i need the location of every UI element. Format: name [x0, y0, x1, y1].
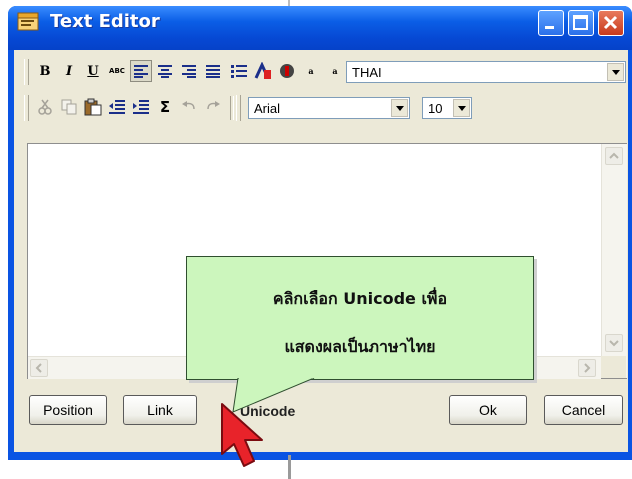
redo-icon	[207, 101, 220, 110]
font-family-dropdown-arrow-icon[interactable]	[391, 99, 408, 117]
scroll-right-arrow-icon[interactable]	[578, 359, 596, 377]
highlight-icon	[280, 64, 294, 78]
toolbar-grip[interactable]	[236, 95, 241, 121]
charset-select[interactable]: THAI	[346, 61, 626, 83]
app-icon	[17, 12, 39, 31]
window-title: Text Editor	[50, 11, 160, 32]
font-family-select[interactable]: Arial	[248, 97, 410, 119]
indent-button[interactable]	[130, 96, 152, 118]
instruction-callout: คลิกเลือก Unicode เพื่อ แสดงผลเป็นภาษาไท…	[186, 256, 534, 380]
vertical-scrollbar[interactable]	[601, 144, 627, 378]
close-button[interactable]	[598, 10, 624, 36]
align-left-button[interactable]	[130, 60, 152, 82]
scrollbar-corner	[601, 356, 626, 378]
font-size-down-button[interactable]: a	[324, 60, 346, 82]
scroll-down-arrow-icon[interactable]	[605, 334, 623, 352]
copy-button[interactable]	[58, 96, 80, 118]
bullet-list-button[interactable]	[228, 60, 250, 82]
undo-icon	[182, 101, 195, 110]
callout-line-2: แสดงผลเป็นภาษาไทย	[284, 337, 436, 356]
cut-button[interactable]	[34, 96, 56, 118]
minimize-icon	[545, 26, 554, 29]
copy-icon	[61, 99, 77, 115]
chevron-right-icon	[584, 363, 591, 373]
italic-button[interactable]: I	[58, 60, 80, 82]
font-size-value: 10	[428, 101, 443, 116]
undo-button[interactable]	[178, 96, 200, 118]
charset-value: THAI	[352, 65, 382, 80]
font-size-up-button[interactable]: a	[300, 60, 322, 82]
highlight-button[interactable]	[276, 60, 298, 82]
toolbar-separator	[230, 96, 234, 120]
paste-icon	[84, 98, 102, 116]
align-center-icon	[158, 65, 172, 78]
outdent-icon	[109, 100, 125, 114]
align-right-button[interactable]	[178, 60, 200, 82]
font-color-icon	[254, 62, 271, 79]
toolbar-grip[interactable]	[24, 59, 29, 85]
font-color-button[interactable]	[252, 60, 274, 82]
close-icon	[603, 15, 618, 30]
scroll-left-arrow-icon[interactable]	[30, 359, 48, 377]
justify-icon	[206, 65, 220, 78]
mouse-cursor-icon	[221, 403, 263, 467]
outdent-button[interactable]	[106, 96, 128, 118]
charset-dropdown-arrow-icon[interactable]	[607, 63, 624, 81]
font-family-value: Arial	[254, 101, 281, 116]
redo-button[interactable]	[202, 96, 224, 118]
scroll-up-arrow-icon[interactable]	[605, 147, 623, 165]
format-toolbar: B I U ABC a a THAI	[20, 56, 626, 88]
toolbar-grip[interactable]	[24, 95, 29, 121]
chevron-up-icon	[609, 152, 619, 159]
maximize-icon	[573, 15, 588, 30]
indent-icon	[133, 100, 149, 114]
chevron-down-icon	[609, 340, 619, 347]
ok-button[interactable]: Ok	[449, 395, 527, 425]
sum-button[interactable]: Σ	[154, 96, 176, 118]
chevron-left-icon	[35, 363, 42, 373]
font-size-select[interactable]: 10	[422, 97, 472, 119]
align-center-button[interactable]	[154, 60, 176, 82]
bullet-list-icon	[231, 65, 247, 78]
cancel-button[interactable]: Cancel	[544, 395, 623, 425]
align-left-icon	[134, 65, 148, 78]
minimize-button[interactable]	[538, 10, 564, 36]
link-button[interactable]: Link	[123, 395, 197, 425]
font-size-dropdown-arrow-icon[interactable]	[453, 99, 470, 117]
maximize-button[interactable]	[568, 10, 594, 36]
spellcheck-button[interactable]: ABC	[106, 60, 128, 82]
paste-button[interactable]	[82, 96, 104, 118]
callout-line-1: คลิกเลือก Unicode เพื่อ	[272, 289, 448, 308]
cut-icon	[38, 99, 52, 115]
background-divider-bottom	[288, 455, 291, 479]
underline-button[interactable]: U	[82, 60, 104, 82]
justify-button[interactable]	[202, 60, 224, 82]
align-right-icon	[182, 65, 196, 78]
edit-toolbar: Σ Arial 10	[20, 92, 626, 124]
bold-button[interactable]: B	[34, 60, 56, 82]
position-button[interactable]: Position	[29, 395, 107, 425]
